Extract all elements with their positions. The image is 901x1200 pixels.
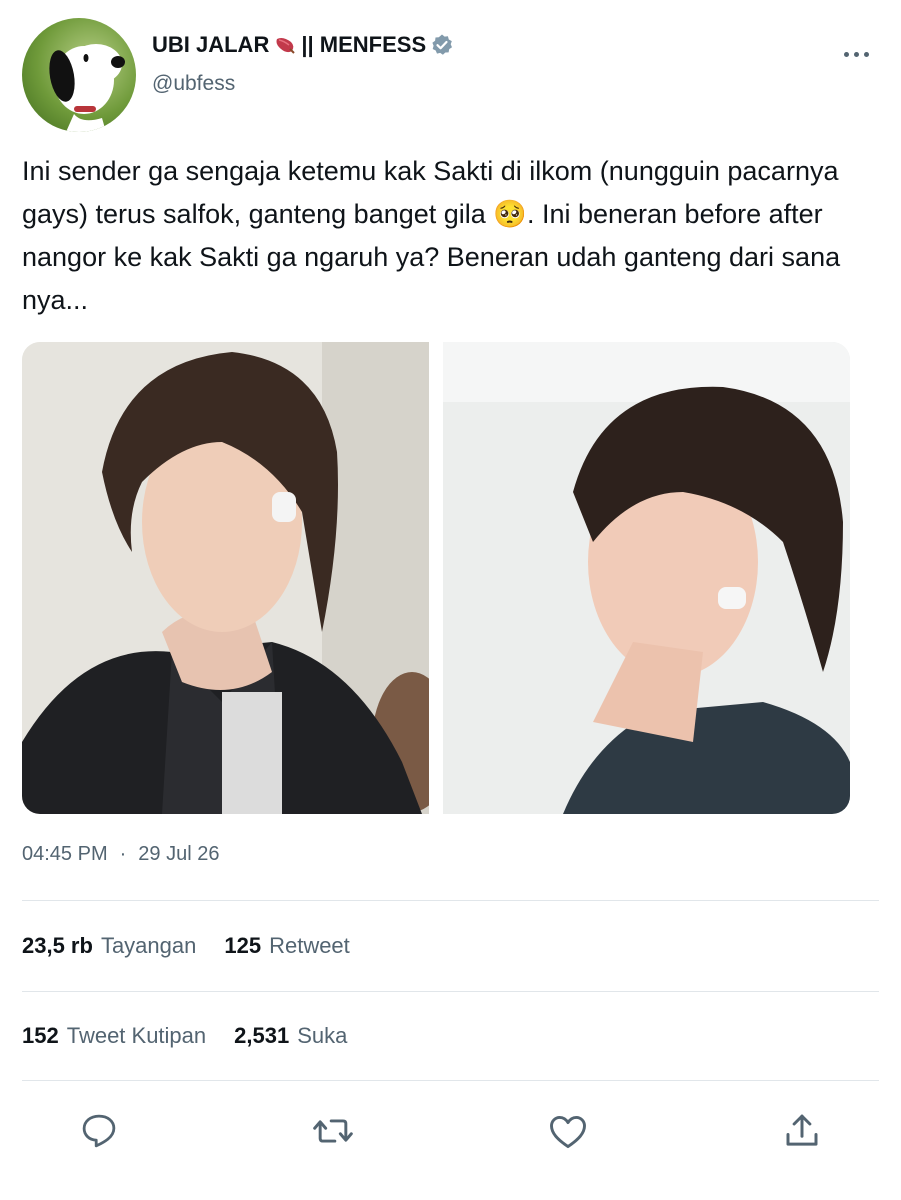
divider (22, 991, 879, 992)
divider (22, 1080, 879, 1081)
tweet-text: Ini sender ga sengaja ketemu kak Sakti d… (22, 150, 882, 322)
photo-left-image (22, 342, 429, 814)
quotes-label: Tweet Kutipan (66, 1023, 207, 1048)
photo-right[interactable] (443, 342, 850, 814)
views-label: Tayangan (100, 933, 197, 958)
more-options-icon[interactable] (836, 44, 876, 64)
tweet-media (22, 342, 850, 814)
photo-left[interactable] (22, 342, 429, 814)
action-bar (0, 1108, 901, 1158)
like-button[interactable] (545, 1108, 591, 1154)
retweets-count: 125 (224, 933, 262, 958)
photo-right-image (443, 342, 850, 814)
share-icon (786, 1114, 818, 1146)
views-stat[interactable]: 23,5 rb Tayangan (22, 933, 196, 959)
like-icon (550, 1115, 586, 1149)
snoopy-avatar-icon (49, 44, 125, 132)
likes-stat[interactable]: 2,531 Suka (234, 1023, 347, 1049)
sweet-potato-icon (276, 38, 296, 54)
verified-badge-icon (432, 34, 453, 55)
tweet-time: 04:45 PM (22, 843, 108, 865)
reply-icon (82, 1114, 116, 1148)
quotes-count: 152 (22, 1023, 59, 1048)
meta-separator: · (119, 843, 127, 865)
retweets-label: Retweet (269, 933, 350, 958)
pleading-face-emoji: 🥺 (493, 199, 527, 229)
avatar[interactable] (22, 18, 136, 132)
likes-count: 2,531 (234, 1023, 290, 1048)
stats-row-2: 152 Tweet Kutipan 2,531 Suka (22, 1023, 347, 1049)
account-name-suffix: || MENFESS (301, 32, 427, 57)
likes-label: Suka (297, 1023, 348, 1048)
account-name: UBI JALAR (152, 32, 270, 57)
stats-row-1: 23,5 rb Tayangan 125 Retweet (22, 933, 350, 959)
tweet-date: 29 Jul 26 (138, 843, 220, 865)
reply-button[interactable] (76, 1108, 122, 1154)
views-count: 23,5 rb (22, 933, 93, 958)
divider (22, 900, 879, 901)
retweets-stat[interactable]: 125 Retweet (224, 933, 349, 959)
retweet-button[interactable] (310, 1108, 356, 1154)
share-button[interactable] (779, 1108, 825, 1154)
account-name-row[interactable]: UBI JALAR || MENFESS (152, 32, 454, 58)
retweet-icon (313, 1119, 353, 1143)
quotes-stat[interactable]: 152 Tweet Kutipan (22, 1023, 206, 1049)
tweet-timestamp[interactable]: 04:45 PM · 29 Jul 26 (22, 843, 219, 866)
account-handle[interactable]: @ubfess (152, 72, 235, 96)
